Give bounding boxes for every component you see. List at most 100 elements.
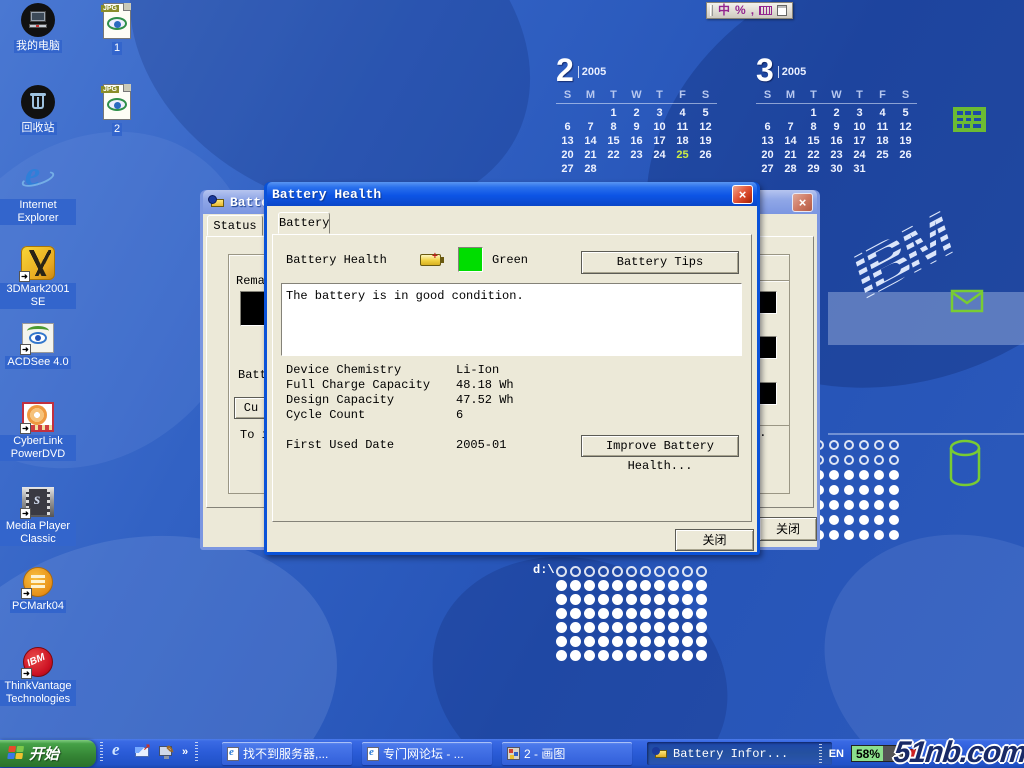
desktop-icon-media-player-classic[interactable]: s ➜ Media Player Classic	[0, 487, 76, 546]
bg-window-close-button[interactable]: ×	[792, 193, 813, 212]
wallpaper-dot	[844, 485, 854, 495]
battery-health-body: Battery Battery Health + Green Battery T…	[267, 206, 757, 552]
ime-chinese-indicator[interactable]: 中	[718, 3, 730, 18]
calendar-day: 20	[556, 148, 579, 162]
desktop-icon-internet-explorer[interactable]: e Internet Explorer	[0, 162, 76, 225]
field-value: 2005-01	[456, 438, 506, 452]
wallpaper-dot	[889, 440, 899, 450]
calendar-day: 3	[648, 106, 671, 120]
wallpaper-dot	[844, 515, 854, 525]
wallpaper-dot	[640, 650, 651, 661]
current-settings-button[interactable]: Cu	[234, 397, 268, 419]
desktop-icon-jpg-1[interactable]: JPG 1	[88, 3, 146, 55]
wallpaper-dot	[556, 650, 567, 661]
calendar-day: 8	[802, 120, 825, 134]
battery-health-label: Battery Health	[286, 253, 387, 267]
tray-grip[interactable]	[819, 744, 822, 764]
wallpaper-dot	[829, 500, 839, 510]
desktop-icon-powerdvd[interactable]: ➜ CyberLink PowerDVD	[0, 402, 76, 461]
calendar-day: 7	[579, 120, 602, 134]
calendar-empty-cell	[671, 162, 694, 176]
taskbar-grip[interactable]	[195, 742, 198, 762]
ie-quicklaunch-icon[interactable]: e	[110, 744, 127, 761]
desktop-icon-my-computer[interactable]: 我的电脑	[0, 3, 76, 53]
my-computer-icon	[21, 3, 55, 37]
calendar-day: 9	[625, 120, 648, 134]
condition-textbox[interactable]: The battery is in good condition.	[281, 283, 742, 356]
calendar-weekday: T	[648, 88, 671, 102]
wallpaper-dot	[612, 636, 623, 647]
tab-battery[interactable]: Battery	[278, 212, 330, 234]
wallpaper-dot	[612, 566, 623, 577]
desktop-icon-jpg-2[interactable]: JPG 2	[88, 84, 146, 136]
ime-keyboard-icon[interactable]	[759, 6, 772, 15]
calendar-day: 5	[694, 106, 717, 120]
calendar-empty-cell	[894, 162, 917, 176]
battery-cell-gauge	[757, 336, 777, 359]
wallpaper-dot	[844, 455, 854, 465]
battery-health-titlebar[interactable]: Battery Health ×	[267, 182, 757, 206]
outlook-express-icon[interactable]: ↗	[134, 744, 151, 761]
desktop-icon-thinkvantage[interactable]: IBM ➜ ThinkVantage Technologies	[0, 647, 76, 706]
wallpaper-dot	[874, 500, 884, 510]
ibm-logo: IBM	[835, 185, 1005, 305]
calendar-day: 18	[871, 134, 894, 148]
desktop-icon-label: 1	[112, 42, 122, 55]
wallpaper-dot	[556, 580, 567, 591]
desktop-icon-acdsee[interactable]: ➜ ACDSee 4.0	[0, 323, 76, 369]
field-label: Full Charge Capacity	[286, 378, 430, 392]
wallpaper-dot	[874, 470, 884, 480]
calendar-day: 18	[671, 134, 694, 148]
task-button-forum[interactable]: e 专门网论坛 - ...	[362, 742, 492, 765]
tab-status[interactable]: Status	[207, 215, 263, 236]
calendar-day: 8	[602, 120, 625, 134]
wallpaper-dot	[682, 594, 693, 605]
calendar-day: 9	[825, 120, 848, 134]
pcmark-icon: ➜	[23, 567, 53, 597]
wallpaper-dot	[682, 622, 693, 633]
field-label: First Used Date	[286, 438, 394, 452]
bg-window-close-cta[interactable]: 关闭	[759, 517, 817, 541]
calendar-weekday: F	[871, 88, 894, 102]
ime-punctuation-icon[interactable]: ,	[751, 3, 754, 18]
ime-menu-icon[interactable]	[777, 5, 787, 16]
battery-tips-button[interactable]: Battery Tips	[581, 251, 739, 274]
quick-launch-grip[interactable]	[100, 742, 103, 762]
task-button-label: Battery Infor...	[673, 747, 788, 761]
calendar-month: 2	[556, 55, 574, 85]
desktop-icon-recycle-bin[interactable]: 回收站	[0, 85, 76, 135]
battery-cell-gauge	[757, 291, 777, 314]
ime-halfwidth-icon[interactable]: %	[735, 3, 746, 18]
envelope-icon	[950, 288, 984, 314]
language-indicator[interactable]: EN	[829, 748, 844, 760]
wallpaper-dot	[874, 515, 884, 525]
calendar-day: 6	[556, 120, 579, 134]
improve-battery-health-button[interactable]: Improve Battery Health...	[581, 435, 739, 457]
dialog-close-cta[interactable]: 关闭	[675, 529, 754, 551]
calendar-weekday: W	[625, 88, 648, 102]
calendar-weekday: M	[579, 88, 602, 102]
ime-language-bar[interactable]: 中 % ,	[706, 2, 793, 19]
show-desktop-icon[interactable]: ✎	[158, 744, 175, 761]
shortcut-arrow: ➜	[21, 668, 32, 679]
wallpaper-dot	[626, 650, 637, 661]
wallpaper-dot	[682, 566, 693, 577]
task-button-paint[interactable]: 2 - 画图	[502, 742, 632, 765]
desktop-icon-3dmark2001[interactable]: ➜ 3DMark2001 SE	[0, 246, 76, 309]
task-button-server-not-found[interactable]: e 找不到服务器,...	[222, 742, 352, 765]
task-button-battery-information[interactable]: Battery Infor...	[647, 742, 832, 765]
wallpaper-dot	[859, 500, 869, 510]
start-button[interactable]: 开始	[0, 740, 96, 767]
desktop-icon-label: CyberLink PowerDVD	[0, 435, 76, 461]
quick-launch-expand-chevron[interactable]: »	[182, 746, 188, 758]
wallpaper-dot	[584, 580, 595, 591]
desktop-icon-pcmark04[interactable]: ➜ PCMark04	[0, 567, 76, 613]
dialog-close-button[interactable]: ×	[732, 185, 753, 204]
wallpaper-dot	[668, 566, 679, 577]
wallpaper-dot	[640, 566, 651, 577]
wallpaper-dot	[668, 580, 679, 591]
dot-grid	[556, 566, 707, 661]
ime-grip[interactable]	[710, 5, 713, 16]
wallpaper-dot	[598, 566, 609, 577]
wallpaper-dot	[654, 566, 665, 577]
